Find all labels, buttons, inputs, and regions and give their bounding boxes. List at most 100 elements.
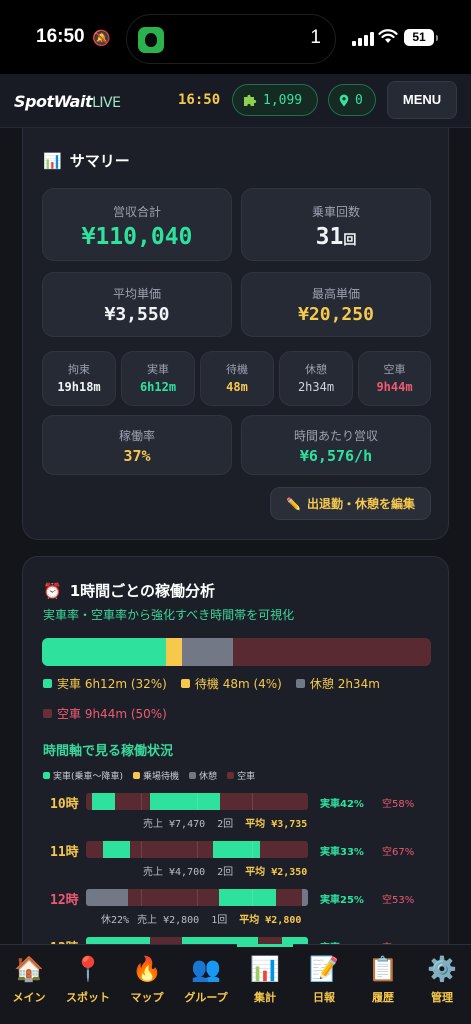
hour-sales: 売上 ¥2,800 [137,915,200,926]
nav-label: 集計 [254,991,276,1004]
hourly-revenue-tile: 時間あたり営収 ¥6,576/h [241,415,431,475]
signal-icon [352,32,374,46]
spots-badge[interactable]: 0 [328,84,376,116]
nav-label: グループ [184,991,228,1004]
legend-occupied: 実車 6h12m (32%) [43,675,167,692]
puzzle-icon [244,94,257,106]
hour-average: 平均 ¥2,800 [239,915,302,926]
hourly-revenue-value: ¥6,576/h [299,447,373,465]
legend-swatch [180,679,190,688]
stat-value: 48m [226,380,248,394]
status-time: 16:50 [36,26,85,47]
app-activity-icon [138,27,164,53]
hour-count: 2回 [217,819,234,830]
bar-tick [141,793,142,810]
nav-label: マップ [130,991,164,1004]
legend-label: 乗場待機 [143,772,180,782]
coins-badge[interactable]: 1,099 [232,84,318,116]
stat-label: 実車 [147,363,169,376]
spots-value: 0 [355,92,363,108]
timeline-legend-break: 休憩 [189,769,217,782]
legend-swatch [43,772,50,779]
dynamic-island[interactable]: 1 [126,14,336,64]
wifi-icon [378,29,398,43]
location-pin-icon [339,94,349,106]
revenue-label: 営収合計 [112,205,161,219]
status-bar: 16:50 🔕 1 51 [0,0,471,74]
legend-swatch [133,772,141,779]
nav-label: 管理 [431,991,453,1004]
pin-icon: 📍 [73,955,103,983]
app-logo[interactable]: SpotWaitLIVE [14,92,121,111]
battery-icon: 51 [404,29,438,46]
timeline-title: 時間軸で見る稼働状況 [43,744,174,759]
coins-value: 1,099 [263,92,303,108]
rides-count: 31 [315,224,344,250]
bar-tick [197,889,198,906]
revenue-tile: 営収合計 ¥110,040 [42,188,232,261]
bar-chart-icon: 📊 [43,151,62,170]
silent-bell-icon: 🔕 [92,29,111,47]
breakdown-legend-row1: 実車 6h12m (32%) 待機 48m (4%) 休憩 2h34m [43,675,380,692]
nav-item-group[interactable]: 👥 グループ [178,953,234,1005]
nav-item-admin[interactable]: ⚙️ 管理 [414,953,470,1005]
timeline-legend: 実車(乗車〜降車) 乗場待機 休憩 空車 [43,769,255,782]
stat-tile-restraint: 拘束 19h18m [42,351,116,406]
bottom-navigation: 🏠 メイン 📍 スポット 🔥 マップ 👥 グループ 📊 集計 📝 日報 📋 履歴… [0,944,471,1024]
occupied-percent: 実車42% [320,799,364,810]
rides-label: 乗車回数 [311,205,360,219]
stat-value: 2h34m [297,380,335,394]
avg-price-tile: 平均単価 ¥3,550 [42,272,232,337]
hour-sales: 売上 ¥4,700 [143,867,206,878]
hour-row-10[interactable]: 10時 実車42% 空58% 売上 ¥7,470 2回 平均 ¥3,735 [23,793,450,841]
legend-vacant: 空車 9h44m (50%) [43,705,167,722]
active-tab-indicator [237,944,293,947]
bar-tick [197,793,198,810]
fire-icon: 🔥 [132,955,162,983]
stat-tile-occupied: 実車 6h12m [121,351,195,406]
stat-tile-waiting: 待機 48m [200,351,274,406]
stat-label: 待機 [226,363,248,376]
hour-label: 11時 [50,845,79,860]
bar-segment-occupied [150,793,220,810]
hour-stats: 売上 ¥7,470 2回 平均 ¥3,735 [143,815,307,830]
nav-item-stats[interactable]: 📊 集計 [237,944,293,1005]
nav-item-main[interactable]: 🏠 メイン [1,953,57,1005]
hour-row-12[interactable]: 12時 実車25% 空53% 休22% 売上 ¥2,800 1回 平均 ¥2,8… [23,889,450,937]
nav-label: 履歴 [372,991,394,1004]
menu-button[interactable]: MENU [387,81,457,119]
summary-card: 📊 サマリー 営収合計 ¥110,040 乗車回数 31回 平均単価 ¥3,55… [22,128,449,540]
rides-value: 31回 [242,224,430,250]
analysis-subtitle: 実車率・空車率から強化すべき時間帯を可視化 [43,608,295,622]
hour-stats: 休22% 売上 ¥2,800 1回 平均 ¥2,800 [101,911,301,926]
app-header: SpotWaitLIVE 16:50 1,099 0 MENU [0,74,471,128]
nav-item-history[interactable]: 📋 履歴 [355,953,411,1005]
nav-item-daily-report[interactable]: 📝 日報 [296,953,352,1005]
legend-waiting: 待機 48m (4%) [180,675,282,692]
nav-label: メイン [12,991,46,1004]
logo-live-label: LIVE [92,95,121,111]
hour-row-11[interactable]: 11時 実車33% 空67% 売上 ¥4,700 2回 平均 ¥2,350 [23,841,450,889]
legend-label: 待機 48m (4%) [194,677,282,691]
hour-bar [86,841,308,858]
legend-label: 休憩 [199,772,218,782]
bar-segment-break [86,889,128,906]
bar-tick [141,841,142,858]
nav-item-map[interactable]: 🔥 マップ [119,953,175,1005]
bar-tick [252,841,253,858]
gear-icon: ⚙️ [427,955,457,983]
vacant-percent: 空58% [382,799,415,810]
nav-label: 日報 [313,991,335,1004]
rides-tile: 乗車回数 31回 [241,188,431,261]
vacant-percent: 空67% [382,847,415,858]
nav-item-spot[interactable]: 📍 スポット [60,953,116,1005]
edit-attendance-button[interactable]: ✏️ 出退勤・休憩を編集 [270,487,431,520]
memo-icon: 📝 [309,955,339,983]
avg-price-label: 平均単価 [112,287,161,301]
analysis-title-text: 1時間ごとの稼働分析 [69,582,215,600]
bar-segment-occupied [219,889,276,906]
edit-attendance-label: 出退勤・休憩を編集 [306,497,415,511]
hour-label: 10時 [50,797,79,812]
breakdown-segment-break [182,638,233,666]
hour-break-percent: 休22% [101,915,130,926]
